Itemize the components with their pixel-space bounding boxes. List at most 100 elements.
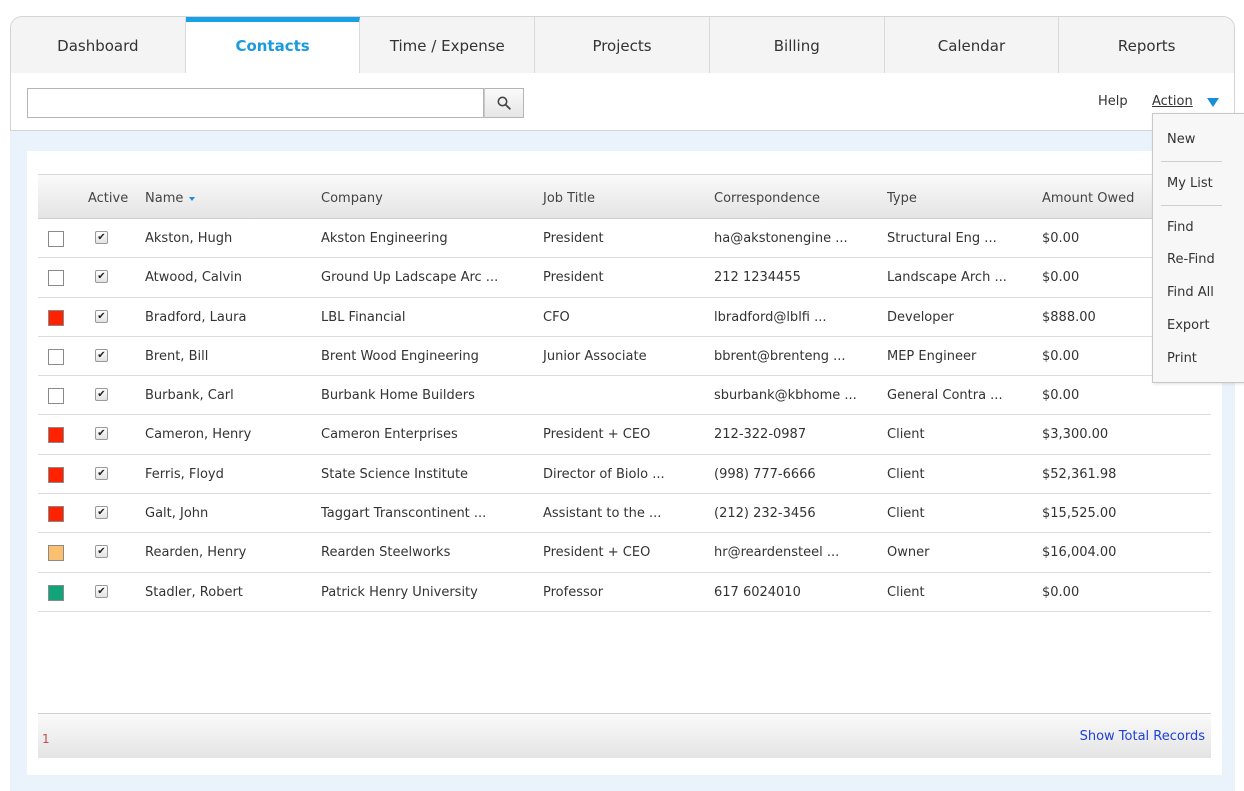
color-tag-checkbox[interactable] [48,309,64,326]
tab-reports[interactable]: Reports [1059,17,1234,73]
tab-contacts[interactable]: Contacts [185,17,361,73]
menu-item-my-list[interactable]: My List [1167,176,1213,191]
content-area: Active Name Company Job Title Correspond… [10,131,1235,791]
contact-name[interactable]: Cameron, Henry [145,427,251,442]
table-row[interactable]: ✔ Bradford, Laura LBL Financial CFO lbradfor… [38,298,1211,337]
active-checkbox[interactable]: ✔ [95,270,108,284]
active-checkbox[interactable]: ✔ [95,506,108,520]
table-row[interactable]: ✔ Atwood, Calvin Ground Up Ladscape Arc ..… [38,258,1211,298]
tab-time-expense[interactable]: Time / Expense [360,17,536,73]
correspondence: 212-322-0987 [714,427,807,443]
color-tag-checkbox[interactable] [48,348,64,365]
menu-item-re-find[interactable]: Re-Find [1167,252,1215,267]
menu-item-find-all[interactable]: Find All [1167,285,1214,300]
contact-type: Client [887,427,925,443]
amount-owed: $16,004.00 [1042,545,1117,561]
contact-name[interactable]: Stadler, Robert [145,585,243,600]
menu-item-print[interactable]: Print [1167,351,1197,366]
table-row[interactable]: ✔ Burbank, Carl Burbank Home Builders sburb… [38,376,1211,416]
table-row[interactable]: ✔ Akston, Hugh Akston Engineering President… [38,219,1211,259]
main-tab-bar: Dashboard Contacts Time / Expense Projec… [10,16,1235,73]
contact-name[interactable]: Rearden, Henry [145,545,246,560]
amount-owed: $3,300.00 [1042,427,1109,443]
show-total-records-link[interactable]: Show Total Records [1080,729,1205,744]
search-icon [497,96,511,110]
active-checkbox[interactable]: ✔ [95,231,108,244]
search-input[interactable] [28,89,483,117]
amount-owed: $52,361.98 [1042,466,1117,482]
active-checkbox[interactable]: ✔ [95,466,108,480]
company-name: Patrick Henry University [321,584,478,600]
menu-divider [1161,205,1222,206]
col-header-job-title[interactable]: Job Title [543,191,595,206]
table-row[interactable]: ✔ Ferris, Floyd State Science Institute Dir… [38,455,1211,495]
table-row[interactable]: ✔ Rearden, Henry Rearden Steelworks Preside… [38,533,1211,573]
job-title: CFO [543,309,570,325]
color-tag-checkbox[interactable] [48,231,64,247]
company-name: Taggart Transcontinent ... [321,506,487,522]
col-header-correspondence[interactable]: Correspondence [714,191,820,206]
help-link[interactable]: Help [1098,94,1128,109]
menu-item-find[interactable]: Find [1167,220,1194,235]
active-checkbox[interactable]: ✔ [95,309,108,323]
tab-projects[interactable]: Projects [535,17,710,73]
company-name: Rearden Steelworks [321,545,451,561]
contact-type: Client [887,584,925,600]
company-name: Brent Wood Engineering [321,348,479,364]
job-title: President + CEO [543,545,651,561]
correspondence: sburbank@kbhome ... [714,388,857,404]
amount-owed: $0.00 [1042,584,1080,600]
table-row[interactable]: ✔ Brent, Bill Brent Wood Engineering Junior… [38,337,1211,377]
contact-name[interactable]: Galt, John [145,506,208,521]
page-number[interactable]: 1 [42,732,50,746]
tab-dashboard[interactable]: Dashboard [11,17,186,73]
company-name: Ground Up Ladscape Arc ... [321,270,499,286]
contact-name[interactable]: Ferris, Floyd [145,467,224,482]
col-header-type[interactable]: Type [887,191,917,206]
color-tag-checkbox[interactable] [48,506,64,523]
company-name: Burbank Home Builders [321,388,475,404]
contact-name[interactable]: Atwood, Calvin [145,270,242,285]
color-tag-checkbox[interactable] [48,545,64,562]
active-checkbox[interactable]: ✔ [95,545,108,559]
menu-item-export[interactable]: Export [1167,318,1210,333]
col-header-company[interactable]: Company [321,191,383,206]
color-tag-checkbox[interactable] [48,388,64,405]
color-tag-checkbox[interactable] [48,584,64,601]
contact-name[interactable]: Burbank, Carl [145,388,234,403]
contact-type: Developer [887,309,954,325]
search-box [27,88,484,118]
col-header-active[interactable]: Active [88,191,128,206]
table-row[interactable]: ✔ Stadler, Robert Patrick Henry University… [38,573,1211,612]
job-title: President [543,270,604,286]
col-header-name[interactable]: Name [145,191,196,206]
active-checkbox[interactable]: ✔ [95,427,108,441]
active-checkbox[interactable]: ✔ [95,388,108,402]
contact-name[interactable]: Brent, Bill [145,349,208,364]
color-tag-checkbox[interactable] [48,270,64,287]
contact-name[interactable]: Bradford, Laura [145,310,246,325]
chevron-down-icon[interactable] [1207,98,1219,107]
company-name: LBL Financial [321,309,406,325]
action-menu-link[interactable]: Action [1152,94,1193,109]
amount-owed: $0.00 [1042,348,1080,364]
tab-calendar[interactable]: Calendar [884,17,1060,73]
col-header-amount-owed[interactable]: Amount Owed [1042,191,1134,206]
job-title: President + CEO [543,427,651,443]
tab-billing[interactable]: Billing [709,17,885,73]
correspondence: bbrent@brenteng ... [714,348,846,364]
search-button[interactable] [484,88,524,118]
amount-owed: $0.00 [1042,231,1080,246]
menu-item-new[interactable]: New [1167,132,1195,147]
table-row[interactable]: ✔ Cameron, Henry Cameron Enterprises Presid… [38,415,1211,455]
table-row[interactable]: ✔ Galt, John Taggart Transcontinent ... Ass… [38,494,1211,534]
correspondence: ha@akstonengine ... [714,231,848,246]
contact-type: General Contra ... [887,388,1003,404]
contact-type: Landscape Arch ... [887,270,1007,286]
company-name: Akston Engineering [321,231,448,246]
color-tag-checkbox[interactable] [48,466,64,483]
active-checkbox[interactable]: ✔ [95,584,108,598]
color-tag-checkbox[interactable] [48,427,64,444]
contact-name[interactable]: Akston, Hugh [145,231,232,246]
active-checkbox[interactable]: ✔ [95,348,108,362]
